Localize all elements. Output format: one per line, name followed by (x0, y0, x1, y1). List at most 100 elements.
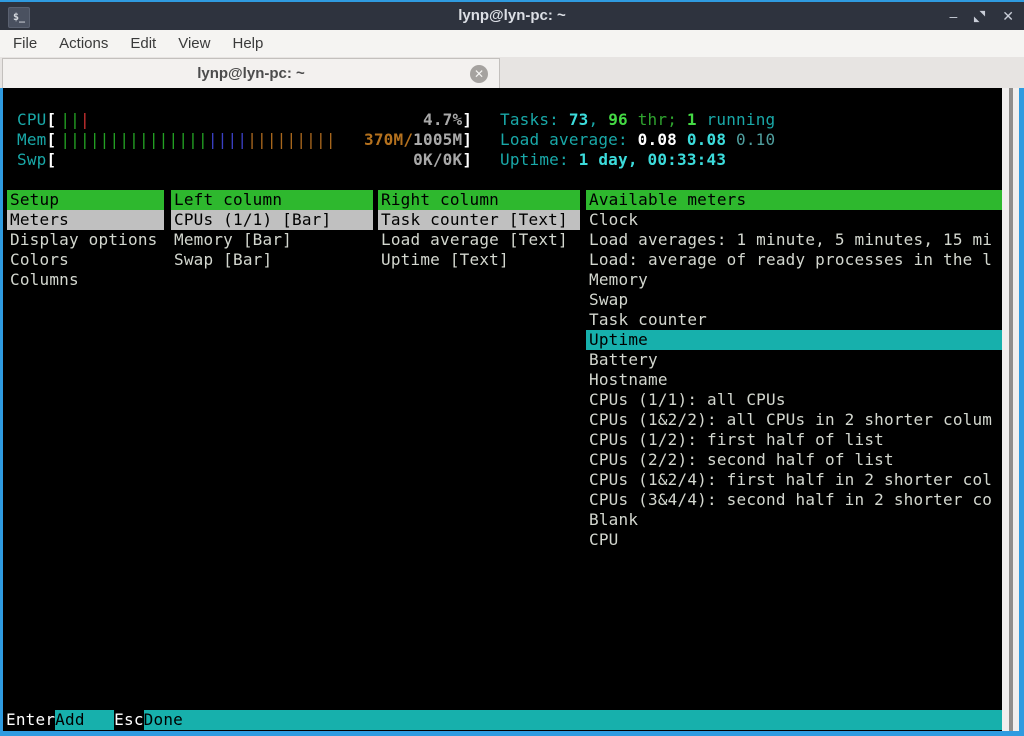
terminal-focus-border-right (1019, 88, 1024, 731)
window-title: lynp@lyn-pc: ~ (0, 2, 1024, 30)
stat-part: 73 (569, 110, 589, 129)
meter-bar-segment-green: ||||||||||||||| (60, 130, 208, 149)
meter-bracket-open: [ (47, 110, 57, 129)
meter-value: 4.7% (423, 110, 462, 130)
xfce-terminal-window: $_ lynp@lyn-pc: ~ – ✕ FileActionsEditVie… (0, 0, 1024, 736)
setup-panel-available-meters: Available metersClockLoad averages: 1 mi… (586, 190, 1002, 550)
panel-header-left-column: Left column (171, 190, 373, 210)
terminal-tab[interactable]: lynp@lyn-pc: ~ ✕ (2, 58, 500, 88)
terminal-screen[interactable]: CPU[|||4.7%]Mem[||||||||||||||||||||||||… (3, 88, 1002, 731)
setup-item[interactable]: Hostname (586, 370, 1002, 390)
setup-item[interactable]: Task counter [Text] (378, 210, 580, 230)
meter-value: 370M/1005M (364, 130, 462, 150)
close-button[interactable]: ✕ (1002, 9, 1014, 23)
stat-part: , (589, 110, 609, 129)
setup-item[interactable]: Columns (7, 270, 164, 290)
setup-item[interactable]: Uptime (586, 330, 1002, 350)
menu-item-actions[interactable]: Actions (48, 30, 119, 57)
restore-button[interactable] (973, 9, 986, 23)
setup-panel-left-column: Left columnCPUs (1/1) [Bar]Memory [Bar]S… (171, 190, 373, 270)
stat-part: 0.08 (687, 130, 736, 149)
meter-track: 0K/0K (56, 150, 462, 170)
setup-item[interactable]: CPUs (1&2/2): all CPUs in 2 shorter colu… (586, 410, 1002, 430)
menu-item-edit[interactable]: Edit (119, 30, 167, 57)
meter-value-part: 0K/0K (413, 150, 462, 169)
fn-label[interactable]: Add (55, 710, 114, 730)
setup-item[interactable]: Memory [Bar] (171, 230, 373, 250)
setup-item[interactable]: CPUs (1/1) [Bar] (171, 210, 373, 230)
setup-item[interactable]: CPUs (2/2): second half of list (586, 450, 1002, 470)
setup-item[interactable]: CPUs (3&4/4): second half in 2 shorter c… (586, 490, 1002, 510)
setup-item[interactable]: Memory (586, 270, 1002, 290)
fn-key-enter[interactable]: Enter (6, 710, 55, 730)
meter-value-part: 370M/ (364, 130, 413, 149)
meter-label: Mem (17, 130, 47, 149)
stat-part: 1 (687, 110, 697, 129)
meter-cpu: CPU[|||4.7%] (17, 110, 472, 130)
terminal-scrollbar[interactable] (1002, 88, 1019, 731)
meter-bracket-open: [ (47, 130, 57, 149)
terminal-focus-border-bottom (0, 731, 1024, 736)
meter-bracket-close: ] (462, 130, 472, 149)
setup-item[interactable]: Uptime [Text] (378, 250, 580, 270)
stat-tasks: Tasks: 73, 96 thr; 1 running (500, 110, 775, 130)
tab-title: lynp@lyn-pc: ~ (3, 59, 499, 88)
restore-icon (973, 10, 986, 23)
menu-item-view[interactable]: View (167, 30, 221, 57)
meter-track: ||| 4.7% (56, 110, 462, 130)
panel-header-right-column: Right column (378, 190, 580, 210)
meter-value-part: 4.7% (423, 110, 462, 129)
title-bar[interactable]: $_ lynp@lyn-pc: ~ – ✕ (0, 2, 1024, 30)
meter-bar-segment-blue: |||| (208, 130, 247, 149)
stat-load-average: Load average: 0.08 0.08 0.10 (500, 130, 775, 150)
setup-item[interactable]: Clock (586, 210, 1002, 230)
meter-track: ||||||||||||||||||||||||||||370M/1005M (56, 130, 462, 150)
scrollbar-thumb[interactable] (1009, 88, 1013, 731)
setup-item[interactable]: CPUs (1/2): first half of list (586, 430, 1002, 450)
fn-label[interactable]: Done (144, 710, 1002, 730)
stat-part: 0.10 (736, 130, 775, 149)
panel-header-available-meters: Available meters (586, 190, 1002, 210)
setup-item[interactable]: Blank (586, 510, 1002, 530)
stat-part: Load average: (500, 130, 638, 149)
meter-bar-segment-green: || (60, 110, 80, 129)
meter-bar-segment-red: | (80, 110, 90, 129)
stat-part: 1 day, 00:33:43 (579, 150, 727, 169)
setup-item[interactable]: Task counter (586, 310, 1002, 330)
meter-mem: Mem[||||||||||||||||||||||||||||370M/100… (17, 130, 472, 150)
setup-panel-right-column: Right columnTask counter [Text]Load aver… (378, 190, 580, 270)
setup-item[interactable]: CPU (586, 530, 1002, 550)
meter-bars: ||| (60, 110, 90, 130)
meter-value-part: 1005M (413, 130, 462, 149)
setup-item[interactable]: Meters (7, 210, 164, 230)
setup-item[interactable]: Battery (586, 350, 1002, 370)
meter-bracket-open: [ (47, 150, 57, 169)
stat-part: Uptime: (500, 150, 579, 169)
setup-item[interactable]: CPUs (1/1): all CPUs (586, 390, 1002, 410)
fn-key-esc[interactable]: Esc (114, 710, 144, 730)
stat-part: Tasks: (500, 110, 569, 129)
panel-header-setup: Setup (7, 190, 164, 210)
meter-bars: |||||||||||||||||||||||||||| (60, 130, 335, 150)
meter-label: Swp (17, 150, 47, 169)
minimize-button[interactable]: – (949, 9, 957, 23)
setup-item[interactable]: CPUs (1&2/4): first half in 2 shorter co… (586, 470, 1002, 490)
menu-item-file[interactable]: File (2, 30, 48, 57)
tab-bar: lynp@lyn-pc: ~ ✕ (0, 57, 1024, 88)
setup-item[interactable]: Load averages: 1 minute, 5 minutes, 15 m… (586, 230, 1002, 250)
window-controls: – ✕ (949, 2, 1014, 30)
meter-bar-segment-orange: ||||||||| (247, 130, 336, 149)
meter-bracket-close: ] (462, 150, 472, 169)
menu-item-help[interactable]: Help (221, 30, 274, 57)
setup-item[interactable]: Display options (7, 230, 164, 250)
setup-item[interactable]: Colors (7, 250, 164, 270)
stat-part: thr; (628, 110, 687, 129)
menu-bar: FileActionsEditViewHelp (0, 30, 1024, 57)
setup-item[interactable]: Swap [Bar] (171, 250, 373, 270)
setup-item[interactable]: Swap (586, 290, 1002, 310)
setup-item[interactable]: Load: average of ready processes in the … (586, 250, 1002, 270)
function-bar: EnterAdd EscDone (3, 710, 1002, 730)
meter-swp: Swp[0K/0K] (17, 150, 472, 170)
tab-close-icon[interactable]: ✕ (470, 65, 488, 83)
setup-item[interactable]: Load average [Text] (378, 230, 580, 250)
